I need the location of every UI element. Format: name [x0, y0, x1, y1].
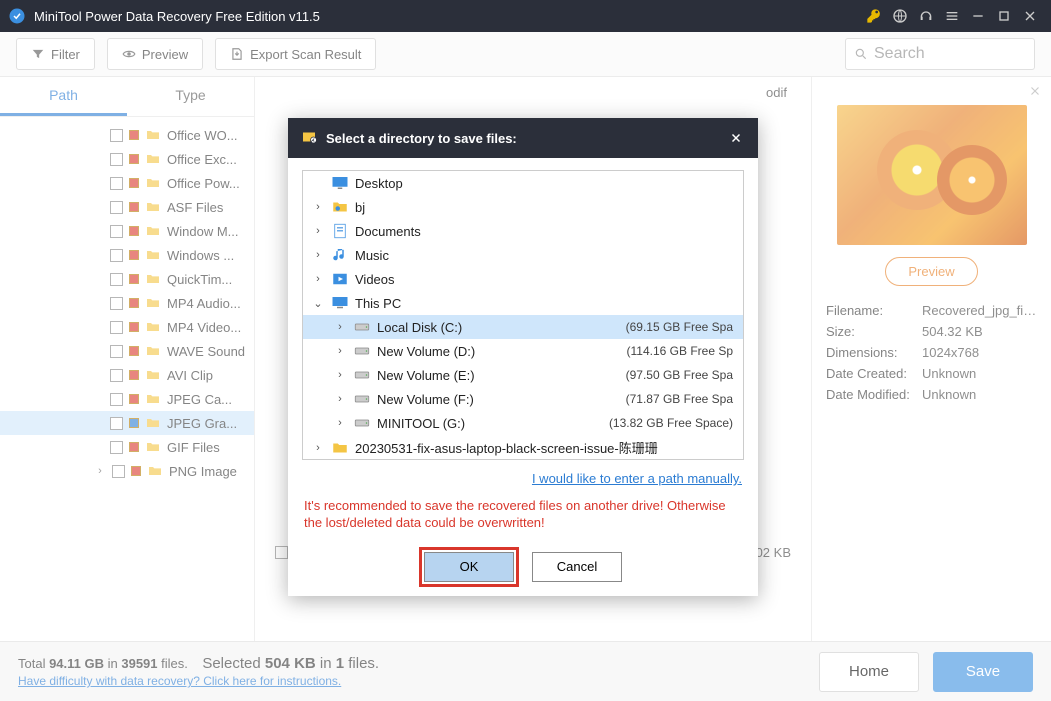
tree-item[interactable]: › MINITOOL (G:) (13.82 GB Free Space)	[303, 411, 743, 435]
disk-icon	[353, 366, 371, 384]
expand-icon[interactable]: ⌄	[311, 297, 325, 310]
tree-label: Documents	[355, 224, 737, 239]
expand-icon[interactable]: ›	[333, 393, 347, 405]
dialog-title: Select a directory to save files:	[326, 131, 517, 146]
title-bar: MiniTool Power Data Recovery Free Editio…	[0, 0, 1051, 32]
tree-label: MINITOOL (G:)	[377, 416, 603, 431]
dialog-close-icon[interactable]	[726, 128, 746, 148]
disk-icon	[353, 414, 371, 432]
tree-label: Local Disk (C:)	[377, 320, 620, 335]
app-title: MiniTool Power Data Recovery Free Editio…	[34, 9, 320, 24]
tree-item[interactable]: ⌄ This PC	[303, 291, 743, 315]
directory-tree[interactable]: Desktop › bj › Documents › Music › Videos ⌄ This P…	[302, 170, 744, 460]
tree-item[interactable]: › Local Disk (C:) (69.15 GB Free Spa	[303, 315, 743, 339]
tree-label: Videos	[355, 272, 737, 287]
tree-item[interactable]: › Videos	[303, 267, 743, 291]
menu-icon[interactable]	[939, 3, 965, 29]
user-icon	[331, 198, 349, 216]
expand-icon[interactable]: ›	[333, 369, 347, 381]
tree-label: This PC	[355, 296, 737, 311]
close-icon[interactable]	[1017, 3, 1043, 29]
music-icon	[331, 246, 349, 264]
minimize-icon[interactable]	[965, 3, 991, 29]
maximize-icon[interactable]	[991, 3, 1017, 29]
desktop-icon	[331, 174, 349, 192]
app-logo-icon	[8, 7, 26, 25]
expand-icon[interactable]: ›	[311, 249, 325, 261]
tree-label: Music	[355, 248, 737, 263]
manual-path-link[interactable]: I would like to enter a path manually.	[532, 471, 742, 486]
video-icon	[331, 270, 349, 288]
tree-item[interactable]: › New Volume (F:) (71.87 GB Free Spa	[303, 387, 743, 411]
folder-icon	[331, 439, 349, 457]
disk-icon	[353, 318, 371, 336]
tree-item[interactable]: › New Volume (E:) (97.50 GB Free Spa	[303, 363, 743, 387]
tree-label: New Volume (F:)	[377, 392, 620, 407]
free-space: (114.16 GB Free Sp	[627, 344, 734, 358]
key-icon[interactable]	[861, 3, 887, 29]
save-directory-dialog: Select a directory to save files: Deskto…	[288, 118, 758, 596]
tree-item[interactable]: Desktop	[303, 171, 743, 195]
free-space: (13.82 GB Free Space)	[609, 416, 733, 430]
warning-text: It's recommended to save the recovered f…	[302, 494, 744, 542]
tree-item[interactable]: › New Volume (D:) (114.16 GB Free Sp	[303, 339, 743, 363]
dialog-icon	[300, 128, 318, 149]
disk-icon	[353, 342, 371, 360]
headphones-icon[interactable]	[913, 3, 939, 29]
expand-icon[interactable]: ›	[333, 417, 347, 429]
tree-item[interactable]: › Music	[303, 243, 743, 267]
tree-label: bj	[355, 200, 737, 215]
tree-label: 20230531-fix-asus-laptop-black-screen-is…	[355, 438, 737, 457]
tree-item[interactable]: › 20230531-fix-asus-laptop-black-screen-i…	[303, 435, 743, 460]
expand-icon[interactable]: ›	[311, 201, 325, 213]
tree-label: New Volume (D:)	[377, 344, 621, 359]
pc-icon	[331, 294, 349, 312]
tree-label: Desktop	[355, 176, 737, 191]
expand-icon[interactable]: ›	[311, 225, 325, 237]
ok-button[interactable]: OK	[424, 552, 514, 582]
doc-icon	[331, 222, 349, 240]
expand-icon[interactable]: ›	[311, 273, 325, 285]
free-space: (69.15 GB Free Spa	[626, 320, 733, 334]
expand-icon[interactable]: ›	[333, 321, 347, 333]
free-space: (97.50 GB Free Spa	[626, 368, 733, 382]
globe-icon[interactable]	[887, 3, 913, 29]
free-space: (71.87 GB Free Spa	[626, 392, 733, 406]
expand-icon[interactable]: ›	[311, 442, 325, 454]
tree-item[interactable]: › Documents	[303, 219, 743, 243]
cancel-button[interactable]: Cancel	[532, 552, 622, 582]
tree-label: New Volume (E:)	[377, 368, 620, 383]
expand-icon[interactable]: ›	[333, 345, 347, 357]
disk-icon	[353, 390, 371, 408]
tree-item[interactable]: › bj	[303, 195, 743, 219]
